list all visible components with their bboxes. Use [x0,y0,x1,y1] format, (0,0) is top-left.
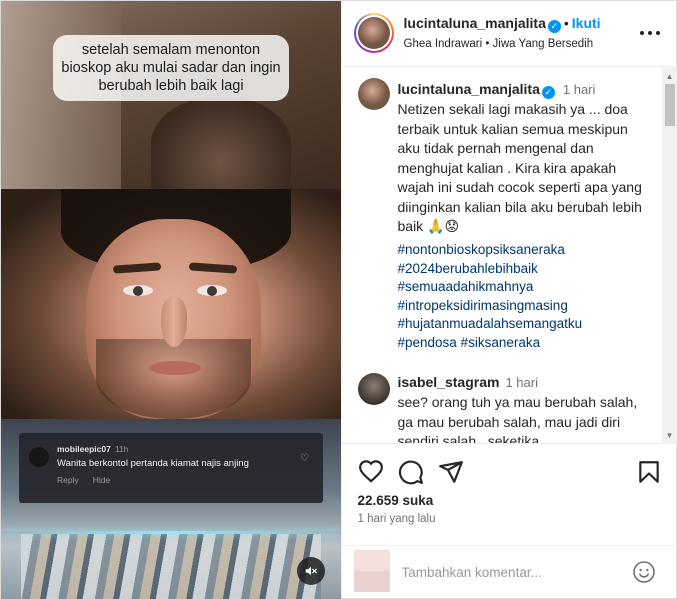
bookmark-icon[interactable] [636,459,662,485]
comment-text: see? orang tuh ya mau berubah salah, ga … [397,394,638,444]
instagram-post-window: setelah semalam menonton bioskop aku mul… [0,0,677,599]
like-count[interactable]: 22.659 suka [358,493,434,508]
embedded-hide-label: Hide [92,475,111,485]
face-image [1,189,341,419]
post-actions: 22.659 suka 1 hari yang lalu [342,445,677,545]
speaker-muted-icon[interactable] [297,557,325,585]
avatar [357,17,390,49]
embedded-comment-text: Wanita berkontol pertanda kiamat najis a… [57,458,249,469]
story-ring-avatar[interactable] [353,13,394,53]
embedded-comment-avatar [29,447,49,467]
comment-time: 1 hari [505,375,538,390]
hashtag-link[interactable]: #pendosa #siksaneraka [398,334,652,353]
scroll-down-icon[interactable]: ▼ [666,431,674,440]
hashtag-list: #nontonbioskopsiksaneraka #2024berubahle… [398,241,652,352]
hashtag-link[interactable]: #intropeksidirimasingmasing [398,297,652,316]
hashtag-link[interactable]: #semuaadahikmahnya [398,278,652,297]
comment-avatar[interactable] [357,373,390,405]
header-user-line: lucintaluna_manjalita ✓ • Ikuti [403,15,601,33]
embedded-heart-icon: ♡ [300,453,309,464]
more-options-icon[interactable] [639,23,660,43]
glow-line [1,531,341,534]
caption-text: Netizen sekali lagi makasih ya ... doa t… [397,101,642,234]
follow-button[interactable]: Ikuti [572,15,601,31]
avatar [353,550,390,592]
comment-bubble-icon[interactable] [398,459,424,485]
post-sidebar: lucintaluna_manjalita ✓ • Ikuti Ghea Indraw… [340,1,677,598]
emoji-smiley-icon[interactable] [632,560,656,584]
comment-user-line: isabel_stagram 1 hari [398,374,538,390]
share-paper-plane-icon[interactable] [438,459,464,485]
embedded-reply-label: Reply [57,475,79,485]
hashtag-link[interactable]: #2024berubahlebihbaik [398,260,652,279]
hashtag-link[interactable]: #nontonbioskopsiksaneraka [398,241,652,260]
video-overlay-caption: setelah semalam menonton bioskop aku mul… [53,35,289,101]
embedded-comment-card: mobileepic07 11h Wanita berkontol pertand… [19,433,323,503]
heart-icon[interactable] [358,459,384,485]
header-username[interactable]: lucintaluna_manjalita [404,15,546,31]
post-date: 1 hari yang lalu [357,513,436,525]
embedded-comment-actions: Reply Hide [57,475,124,485]
verified-badge-icon: ✓ [547,20,561,33]
caption-username[interactable]: lucintaluna_manjalita [398,81,540,97]
comment-input[interactable] [401,560,622,584]
caption-user-line: lucintaluna_manjalita ✓ 1 hari [398,81,596,99]
caption-avatar[interactable] [357,78,390,110]
hashtag-link[interactable]: #hujatanmuadalahsemangatku [398,315,652,334]
verified-badge-icon: ✓ [541,86,555,99]
comments-scroll-area[interactable]: lucintaluna_manjalita ✓ 1 hari Netizen sek… [341,68,677,444]
audio-track-link[interactable]: Ghea Indrawari • Jiwa Yang Bersedih [404,38,594,50]
comment-username[interactable]: isabel_stagram [398,374,500,390]
post-header: lucintaluna_manjalita ✓ • Ikuti Ghea Indraw… [341,1,677,67]
scrollbar-thumb[interactable] [664,84,675,126]
comments-scrollbar[interactable]: ▲ ▼ [661,68,677,443]
caption-time: 1 hari [562,82,596,97]
embedded-comment-user: mobileepic07 11h [57,444,129,454]
add-comment-bar [341,545,677,598]
scroll-up-icon[interactable]: ▲ [666,72,674,81]
post-media[interactable]: setelah semalam menonton bioskop aku mul… [1,1,341,599]
